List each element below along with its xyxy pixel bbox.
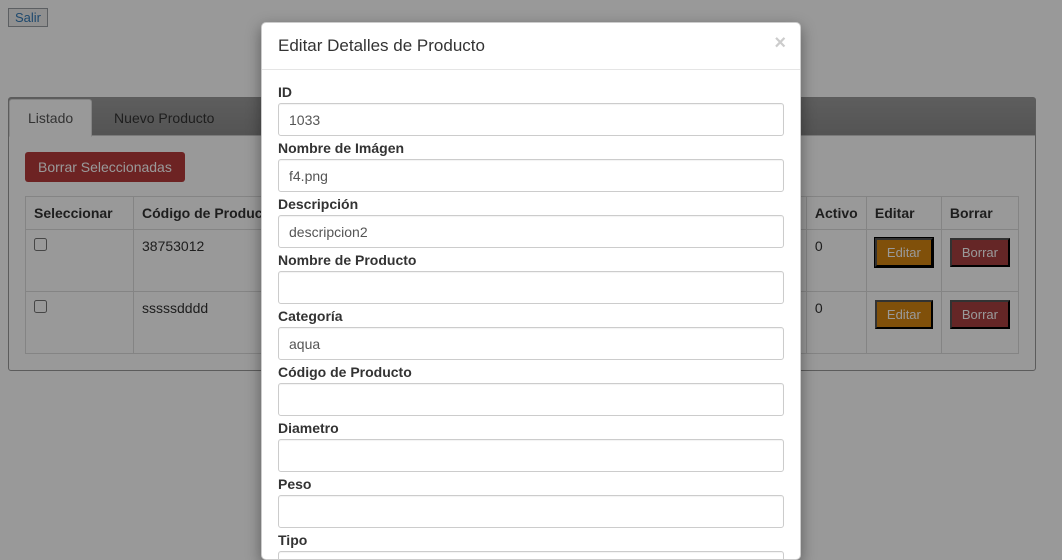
peso-label: Peso bbox=[278, 476, 784, 492]
imagen-label: Nombre de Imágen bbox=[278, 140, 784, 156]
categoria-field[interactable] bbox=[278, 327, 784, 360]
categoria-label: Categoría bbox=[278, 308, 784, 324]
id-label: ID bbox=[278, 84, 784, 100]
tipo-label: Tipo bbox=[278, 532, 784, 548]
diametro-field[interactable] bbox=[278, 439, 784, 472]
id-field[interactable] bbox=[278, 103, 784, 136]
imagen-field[interactable] bbox=[278, 159, 784, 192]
diametro-label: Diametro bbox=[278, 420, 784, 436]
descripcion-label: Descripción bbox=[278, 196, 784, 212]
nombre-producto-field[interactable] bbox=[278, 271, 784, 304]
modal-title: Editar Detalles de Producto bbox=[278, 36, 784, 56]
codigo-producto-label: Código de Producto bbox=[278, 364, 784, 380]
close-icon[interactable]: × bbox=[774, 33, 786, 53]
modal-header: Editar Detalles de Producto × bbox=[262, 23, 800, 70]
peso-field[interactable] bbox=[278, 495, 784, 528]
tipo-field[interactable] bbox=[278, 551, 784, 560]
modal-body: ID Nombre de Imágen Descripción Nombre d… bbox=[262, 70, 800, 560]
descripcion-field[interactable] bbox=[278, 215, 784, 248]
nombre-producto-label: Nombre de Producto bbox=[278, 252, 784, 268]
edit-product-modal: Editar Detalles de Producto × ID Nombre … bbox=[261, 22, 801, 560]
codigo-producto-field[interactable] bbox=[278, 383, 784, 416]
